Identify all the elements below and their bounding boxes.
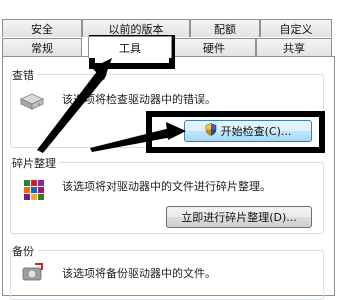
arrow-head-check xyxy=(166,122,186,140)
arrow-to-start-check xyxy=(90,128,180,152)
tab-tools[interactable]: 工具 xyxy=(88,36,172,58)
arrow-to-tools-tab xyxy=(37,64,108,153)
